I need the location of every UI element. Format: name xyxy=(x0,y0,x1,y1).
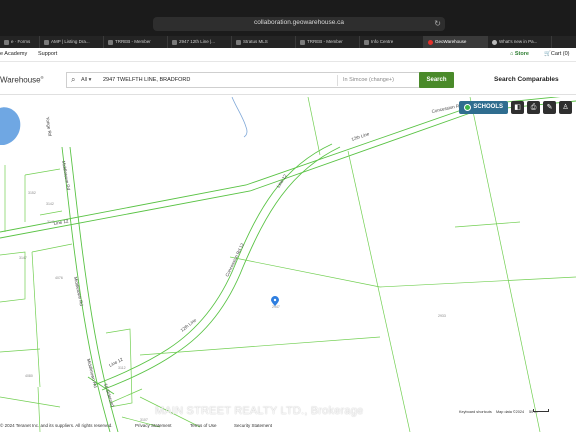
nav-academy[interactable]: e Academy xyxy=(0,51,27,57)
tab-favicon-icon xyxy=(108,39,113,45)
url-text: collaboration.geowarehouse.ca xyxy=(254,19,344,26)
tab-label: AMP | Listing Dra... xyxy=(51,39,90,44)
top-nav: e Academy Support ⌂ Store 🛒Cart (0) xyxy=(0,48,576,62)
schools-label: SCHOOLS xyxy=(473,103,503,110)
search-comparables-link[interactable]: Search Comparables xyxy=(494,76,559,83)
footer: © 2024 Teranet Inc. and its suppliers. A… xyxy=(0,420,576,432)
geowarehouse-app: e Academy Support ⌂ Store 🛒Cart (0) Ware… xyxy=(0,48,576,432)
tab-label: 2947 12th Line |... xyxy=(179,39,215,44)
scope-value: All xyxy=(81,77,88,83)
tab-favicon-icon xyxy=(364,39,369,45)
search-input[interactable]: 2947 TWELFTH LINE, BRADFORD xyxy=(103,77,190,83)
store-label: Store xyxy=(514,51,529,57)
tab-favicon-icon xyxy=(172,39,177,45)
tab-strip: e · Forms AMP | Listing Dra... TRREB - Mem… xyxy=(0,36,576,48)
lot-number: 3142 xyxy=(46,202,54,206)
nav-support[interactable]: Support xyxy=(38,51,57,57)
tab-label: GeoWarehouse xyxy=(435,39,467,44)
tab-label: TRREB - Member xyxy=(307,39,343,44)
region-selector[interactable]: In Simcoe (change+) xyxy=(343,77,394,83)
store-icon: ⌂ xyxy=(510,51,514,57)
measure-icon[interactable]: ✎ xyxy=(543,100,556,114)
tab-favicon-icon xyxy=(428,39,433,45)
tab-label: e · Forms xyxy=(11,39,31,44)
map-view[interactable]: Yonge Rd Middletown Rd Middletown Rd Mid… xyxy=(0,97,576,432)
lot-number: 3152 xyxy=(28,191,36,195)
tab-favicon-icon xyxy=(300,39,305,45)
search-row: Warehouse® ⌕ All ▾ 2947 TWELFTH LINE, BR… xyxy=(0,63,576,95)
store-link[interactable]: ⌂ Store xyxy=(510,51,529,57)
lot-number: 4080 xyxy=(25,374,33,378)
tab-favicon-icon xyxy=(44,39,49,45)
tab-label: What's new in Pa... xyxy=(499,39,538,44)
layers-icon[interactable]: ◧ xyxy=(511,100,524,114)
terms-link[interactable]: Terms of Use xyxy=(190,423,217,428)
region-label: In Simcoe xyxy=(343,77,368,83)
search-icon: ⌕ xyxy=(71,75,76,84)
browser-tab[interactable]: 2947 12th Line |... xyxy=(168,36,232,48)
tab-label: Stratus MLS xyxy=(243,39,268,44)
address-bar[interactable]: collaboration.geowarehouse.ca ↻ xyxy=(153,17,445,31)
keyboard-shortcuts-link[interactable]: Keyboard shortcuts xyxy=(459,410,492,414)
tab-favicon-icon xyxy=(4,39,9,45)
browser-chrome: collaboration.geowarehouse.ca ↻ e · Form… xyxy=(0,0,576,48)
tab-favicon-icon xyxy=(236,39,241,45)
scale-bar xyxy=(533,409,549,412)
schools-button[interactable]: SCHOOLS xyxy=(459,100,508,114)
geowarehouse-logo[interactable]: Warehouse® xyxy=(0,75,44,85)
cart-link[interactable]: 🛒Cart (0) xyxy=(544,51,570,57)
browser-tab[interactable]: Info Centre xyxy=(360,36,424,48)
region-change-link[interactable]: (change+) xyxy=(369,77,394,83)
browser-tab[interactable]: Stratus MLS xyxy=(232,36,296,48)
tab-label: Info Centre xyxy=(371,39,394,44)
tab-label: TRREB - Member xyxy=(115,39,151,44)
browser-tab[interactable]: TRREB - Member xyxy=(104,36,168,48)
cart-icon: 🛒 xyxy=(544,51,551,57)
browser-tab[interactable]: What's new in Pa... xyxy=(488,36,552,48)
map-controls: SCHOOLS ◧ ⎙ ✎ ♙ xyxy=(459,100,572,114)
lot-number: 2947 xyxy=(272,305,280,309)
browser-tab[interactable]: GeoWarehouse xyxy=(424,36,488,48)
lot-number: 3147 xyxy=(19,256,27,260)
search-scope-select[interactable]: All ▾ xyxy=(81,77,91,83)
brokerage-watermark: MAIN STREET REALTY LTD., Brokerage xyxy=(155,405,364,417)
print-icon[interactable]: ⎙ xyxy=(527,100,540,114)
chevron-down-icon: ▾ xyxy=(88,77,92,83)
street-view-icon[interactable]: ♙ xyxy=(559,100,572,114)
search-box[interactable]: ⌕ All ▾ 2947 TWELFTH LINE, BRADFORD In S… xyxy=(66,72,421,88)
map-data-attribution: Map data ©2024 xyxy=(496,410,525,414)
lot-number: 4076 xyxy=(55,276,63,280)
map-canvas[interactable]: Yonge Rd Middletown Rd Middletown Rd Mid… xyxy=(0,97,576,432)
search-button[interactable]: Search xyxy=(419,72,454,88)
schools-icon xyxy=(464,103,472,111)
tab-favicon-icon xyxy=(492,39,497,45)
privacy-link[interactable]: Privacy Statement xyxy=(135,423,172,428)
search-divider xyxy=(337,75,338,86)
browser-tab[interactable]: AMP | Listing Dra... xyxy=(40,36,104,48)
browser-tab[interactable]: e · Forms xyxy=(0,36,40,48)
lot-number: 3141 xyxy=(47,220,55,224)
lot-number: 3112 xyxy=(118,366,126,370)
security-link[interactable]: Security Statement xyxy=(234,423,272,428)
cart-label: Cart (0) xyxy=(550,51,570,57)
browser-tab[interactable]: TRREB - Member xyxy=(296,36,360,48)
reload-icon[interactable]: ↻ xyxy=(434,19,441,29)
lot-number: 2933 xyxy=(438,314,446,318)
logo-text: Warehouse xyxy=(0,75,41,85)
copyright-text: © 2024 Teranet Inc. and its suppliers. A… xyxy=(0,423,113,428)
